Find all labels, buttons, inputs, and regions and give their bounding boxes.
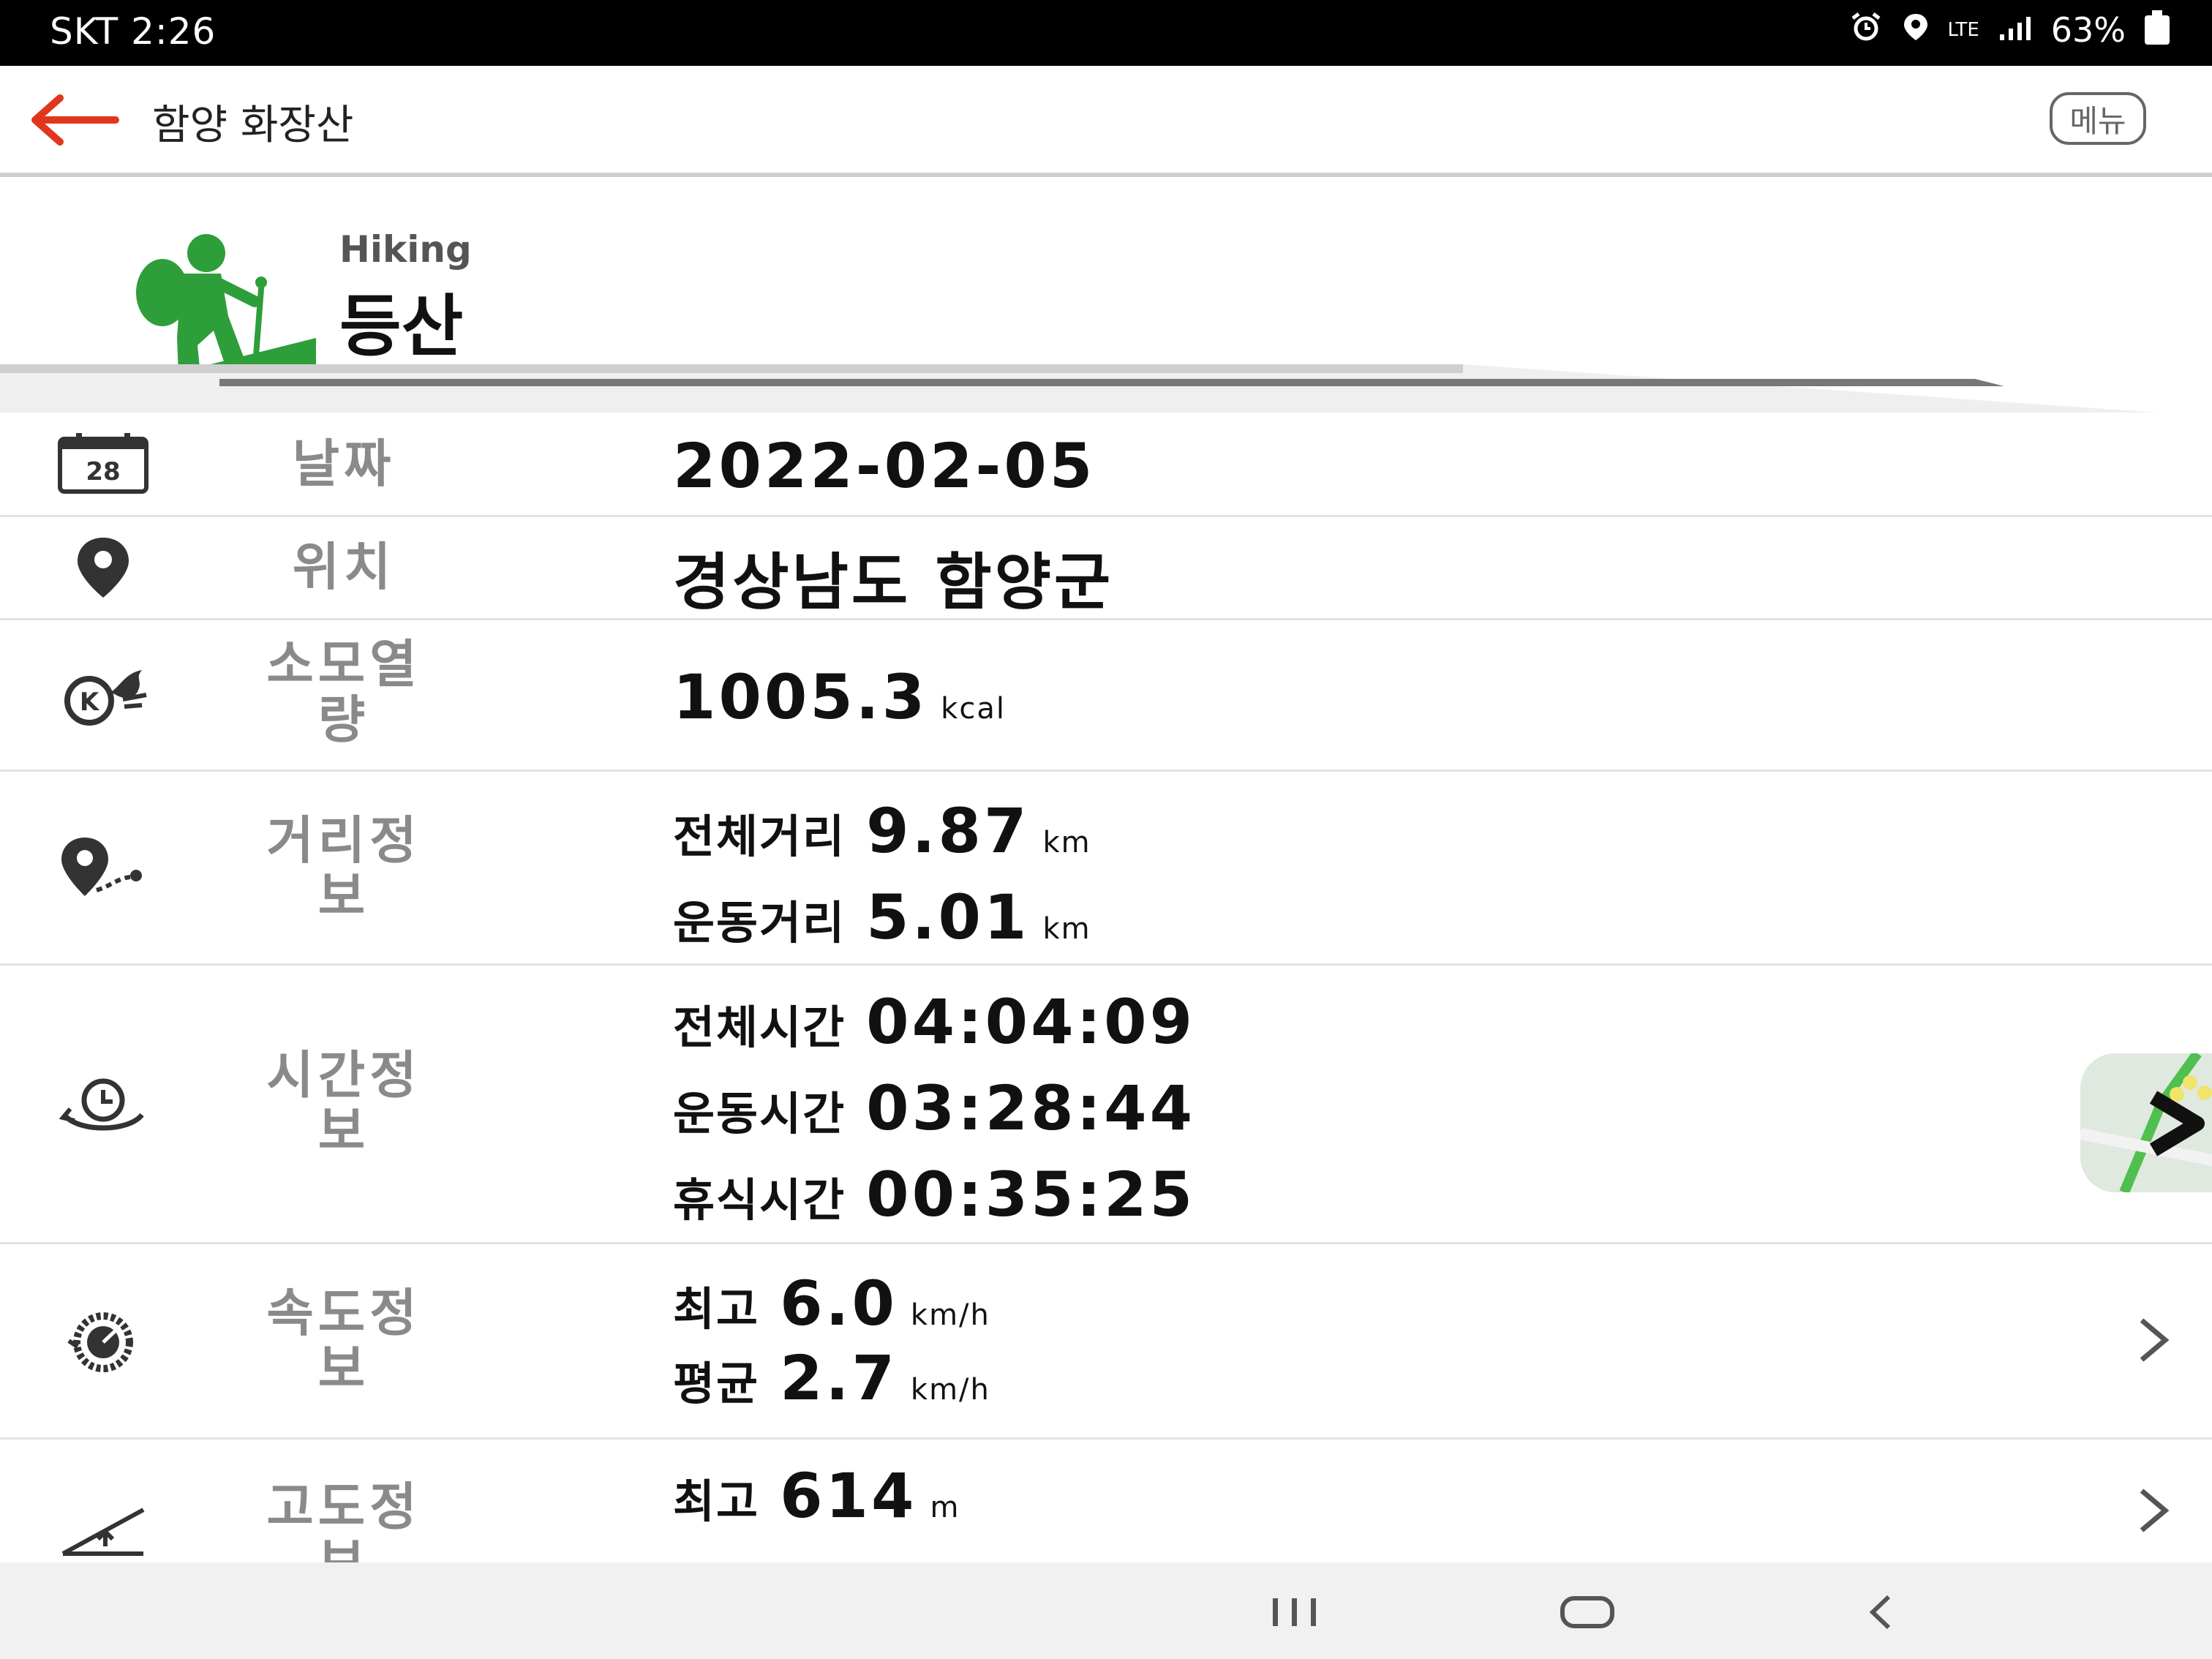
avg-speed-unit: km/h [910, 1373, 990, 1407]
total-distance-value: 9.87 [866, 795, 1030, 867]
calories-value: 1005.3 [673, 661, 928, 733]
total-distance-label: 전체거리 [673, 810, 846, 863]
avg-speed-label: 평균 [673, 1357, 760, 1410]
map-thumbnail-icon [2080, 1053, 2212, 1192]
moving-time-value: 03:28:44 [866, 1072, 1196, 1144]
total-distance-unit: km [1042, 826, 1091, 859]
row-calories: K 소모열 량 1005.3 kcal [0, 620, 2212, 772]
altitude-icon [56, 1491, 151, 1557]
row-date: 28 날짜 2022-02-05 [0, 413, 2212, 517]
calories-label: 소모열 량 [266, 634, 421, 750]
moving-time-label: 운동시간 [673, 1087, 846, 1140]
system-nav-bar [0, 1562, 2212, 1659]
back-icon[interactable] [1843, 1589, 1916, 1636]
header-divider [0, 364, 2158, 413]
moving-distance-line: 운동거리 5.01 km [673, 881, 1091, 953]
lte-icon: LTE [1947, 19, 1979, 41]
map-preview-button[interactable] [2080, 1053, 2212, 1192]
activity-header: Hiking 등산 [0, 177, 2212, 413]
max-speed-label: 최고 [673, 1282, 760, 1336]
avg-speed-line: 평균 2.7 km/h [673, 1342, 990, 1414]
location-value: 경상남도 함양군 [673, 546, 1114, 618]
battery-icon [2145, 10, 2170, 45]
moving-distance-label: 운동거리 [673, 896, 846, 949]
total-distance-line: 전체거리 9.87 km [673, 795, 1091, 867]
recent-apps-icon[interactable] [1258, 1589, 1331, 1636]
signal-icon [1998, 10, 2032, 50]
location-label: 위치 [292, 537, 396, 597]
moving-distance-value: 5.01 [866, 881, 1030, 953]
row-location: 위치 경상남도 함양군 [0, 517, 2212, 620]
chevron-right-icon[interactable] [2132, 1314, 2175, 1366]
rest-time-label: 휴식시간 [673, 1173, 846, 1227]
row-altitude[interactable]: 고도정 보 최고 614 m [0, 1440, 2212, 1562]
avg-speed-value: 2.7 [780, 1342, 898, 1414]
date-value: 2022-02-05 [673, 430, 1096, 502]
app-bar: 함양 화장산 메뉴 [0, 66, 2212, 177]
date-label: 날짜 [292, 434, 396, 494]
chevron-right-icon[interactable] [2132, 1485, 2175, 1536]
max-speed-unit: km/h [910, 1298, 990, 1332]
status-carrier-time: SKT 2:26 [50, 10, 217, 53]
calories-unit: kcal [941, 692, 1006, 726]
time-label: 시간정 보 [266, 1045, 421, 1161]
home-icon[interactable] [1551, 1589, 1624, 1636]
distance-label: 거리정 보 [266, 810, 421, 926]
location-icon [1903, 10, 1929, 50]
status-bar: SKT 2:26 LTE 63% [0, 0, 2212, 66]
max-speed-line: 최고 6.0 km/h [673, 1268, 990, 1339]
svg-text:K: K [80, 688, 100, 717]
back-arrow-icon[interactable] [22, 91, 124, 149]
altitude-label: 고도정 보 [266, 1477, 421, 1562]
battery-percent: 63% [2050, 10, 2126, 50]
calories-value-line: 1005.3 kcal [673, 661, 1006, 733]
row-time: 시간정 보 전체시간 04:04:09 운동시간 03:28:44 휴식시간 00… [0, 966, 2212, 1244]
status-icons: LTE 63% [1848, 10, 2170, 50]
row-speed[interactable]: 속도정 보 최고 6.0 km/h 평균 2.7 km/h [0, 1244, 2212, 1440]
rest-time-value: 00:35:25 [866, 1159, 1196, 1230]
page-title: 함양 화장산 [152, 102, 354, 149]
max-altitude-label: 최고 [673, 1475, 760, 1528]
calorie-flame-icon: K [56, 663, 151, 729]
rest-time-line: 휴식시간 00:35:25 [673, 1159, 1195, 1230]
alarm-icon [1848, 10, 1884, 50]
total-time-line: 전체시간 04:04:09 [673, 986, 1195, 1058]
total-time-value: 04:04:09 [866, 986, 1196, 1058]
location-pin-icon [56, 535, 151, 601]
max-altitude-line: 최고 614 m [673, 1460, 960, 1532]
total-time-label: 전체시간 [673, 1001, 846, 1054]
menu-button[interactable]: 메뉴 [2050, 92, 2146, 145]
moving-distance-unit: km [1042, 912, 1091, 946]
calendar-icon: 28 [56, 432, 151, 497]
speed-label: 속도정 보 [266, 1283, 421, 1399]
svg-text:28: 28 [86, 457, 120, 486]
clock-icon [56, 1071, 151, 1137]
activity-name-en: Hiking [339, 228, 472, 271]
moving-time-line: 운동시간 03:28:44 [673, 1072, 1195, 1144]
distance-pin-icon [56, 835, 151, 900]
speedometer-icon [56, 1309, 151, 1374]
max-altitude-value: 614 [780, 1460, 917, 1532]
max-altitude-unit: m [930, 1491, 960, 1524]
row-distance: 거리정 보 전체거리 9.87 km 운동거리 5.01 km [0, 772, 2212, 966]
max-speed-value: 6.0 [780, 1268, 898, 1339]
